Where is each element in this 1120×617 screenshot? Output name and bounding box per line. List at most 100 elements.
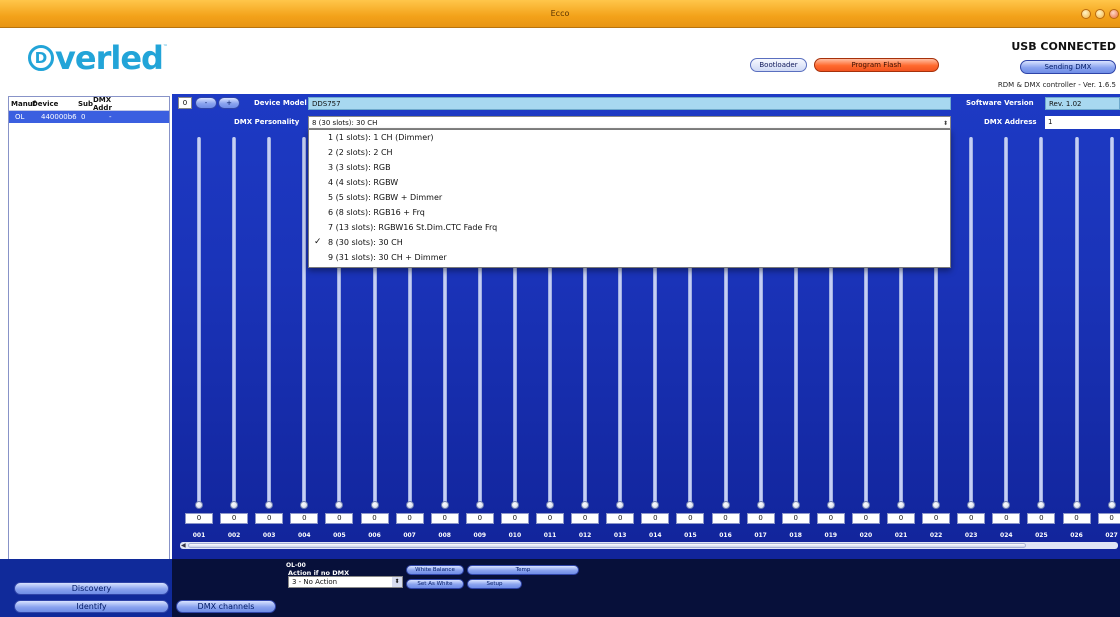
channel-value-field[interactable]: 0 — [325, 513, 354, 524]
channel-slider-knob[interactable] — [405, 501, 414, 509]
channel-label: 007 — [403, 532, 416, 539]
channel-slider-knob[interactable] — [510, 501, 519, 509]
channel-value-field[interactable]: 0 — [571, 513, 600, 524]
personality-option-label: 4 (4 slots): RGBW — [328, 178, 399, 187]
discovery-button[interactable]: Discovery — [14, 582, 169, 595]
minimize-button[interactable] — [1081, 9, 1091, 19]
channel-value-field[interactable]: 0 — [255, 513, 284, 524]
channel-slider-knob[interactable] — [195, 501, 203, 509]
maximize-button[interactable] — [1095, 9, 1105, 19]
software-version-field: Rev. 1.02 — [1045, 97, 1120, 110]
personality-option[interactable]: 5 (5 slots): RGBW + Dimmer — [309, 190, 950, 205]
channel-value-field[interactable]: 0 — [1027, 513, 1056, 524]
channel-slider-track[interactable] — [1004, 137, 1009, 505]
channel-slider-knob[interactable] — [370, 501, 379, 509]
personality-option[interactable]: 1 (1 slots): 1 CH (Dimmer) — [309, 130, 950, 145]
channel-value-field[interactable]: 0 — [746, 513, 775, 524]
channel-slider-track[interactable] — [197, 137, 201, 505]
channel-value-field[interactable]: 0 — [887, 513, 915, 524]
channel-value-field[interactable]: 0 — [957, 513, 986, 524]
channel-slider-knob[interactable] — [475, 501, 484, 509]
identify-button[interactable]: Identify — [14, 600, 169, 613]
channel-label: 027 — [1105, 532, 1118, 539]
channel-slider-track[interactable] — [1039, 137, 1044, 505]
channel-slider-track[interactable] — [1074, 137, 1079, 505]
channel-value-field[interactable]: 0 — [676, 513, 705, 524]
channel-slider-knob[interactable] — [1072, 501, 1081, 509]
personality-option[interactable]: 9 (31 slots): 30 CH + Dimmer — [309, 250, 950, 265]
dmx-personality-select[interactable]: 8 (30 slots): 30 CH ⬍ — [308, 116, 951, 129]
channel-value-field[interactable]: 0 — [430, 513, 459, 524]
temp-button[interactable]: Temp — [467, 565, 579, 575]
personality-option[interactable]: 4 (4 slots): RGBW — [309, 175, 950, 190]
personality-option[interactable]: 7 (13 slots): RGBW16 St.Dim.CTC Fade Frq — [309, 220, 950, 235]
personality-option[interactable]: 3 (3 slots): RGB — [309, 160, 950, 175]
minus-button[interactable]: - — [195, 97, 217, 109]
channel-slider-knob[interactable] — [721, 501, 730, 509]
channel-value-field[interactable]: 0 — [1097, 513, 1120, 524]
channel-slider-track[interactable] — [302, 137, 307, 505]
dmx-address-field[interactable]: 1 — [1045, 116, 1120, 129]
channel-label: 013 — [613, 532, 627, 539]
channel-value-field[interactable]: 0 — [536, 513, 564, 524]
channel-slider-track[interactable] — [232, 137, 237, 505]
white-balance-button[interactable]: White Balance — [406, 565, 464, 575]
channel-value-field[interactable]: 0 — [992, 513, 1021, 524]
personality-option[interactable]: 6 (8 slots): RGB16 + Frq — [309, 205, 950, 220]
channel-label: 003 — [262, 532, 276, 539]
action-if-no-dmx-select[interactable]: 3 - No Action ⬍ — [288, 576, 403, 588]
sending-dmx-button[interactable]: Sending DMX — [1020, 60, 1116, 74]
channel-value-field[interactable]: 0 — [851, 513, 880, 524]
channel-value-field[interactable]: 0 — [500, 513, 529, 524]
set-as-white-button[interactable]: Set As White — [406, 579, 464, 589]
channel-slider-knob[interactable] — [897, 501, 905, 509]
channel-value-field[interactable]: 0 — [220, 513, 249, 524]
col-sub: Sub — [78, 99, 94, 108]
bootloader-button[interactable]: Bootloader — [750, 58, 807, 72]
channel-value-field[interactable]: 0 — [465, 513, 494, 524]
scroll-left-icon[interactable]: ◀ — [181, 542, 186, 549]
channel-label: 009 — [473, 532, 487, 539]
channel-value-field[interactable]: 0 — [290, 513, 319, 524]
channel-label: 010 — [508, 532, 522, 539]
channel-value-field[interactable]: 0 — [185, 513, 213, 524]
channel-slider-track[interactable] — [267, 137, 272, 505]
channel-scrollbar[interactable]: ◀ — [180, 542, 1118, 549]
cell-manuf: OL — [15, 113, 25, 121]
channel-slider-knob[interactable] — [791, 501, 800, 509]
channel-slider-knob[interactable] — [756, 501, 765, 509]
close-button[interactable] — [1109, 9, 1119, 19]
setup-button[interactable]: Setup — [467, 579, 522, 589]
channel-slider-knob[interactable] — [861, 501, 870, 509]
scrollbar-thumb[interactable] — [188, 543, 1026, 548]
col-dmx-addr: DMX Addr — [93, 95, 112, 112]
channel-label: 014 — [649, 532, 662, 539]
channel-value-field[interactable]: 0 — [606, 513, 635, 524]
channel-value-field[interactable]: 0 — [1062, 513, 1091, 524]
channel-label: 022 — [929, 532, 943, 539]
device-list-panel: Manuf Device Sub DMX Addr OL 440000b6 0 … — [8, 96, 170, 576]
channel-value-field[interactable]: 0 — [641, 513, 670, 524]
personality-option[interactable]: ✓ 8 (30 slots): 30 CH — [309, 235, 950, 250]
channel-slider-track[interactable] — [969, 137, 974, 505]
channel-slider-knob[interactable] — [546, 501, 554, 509]
dmx-channels-button[interactable]: DMX channels — [176, 600, 276, 613]
personality-option-label: 7 (13 slots): RGBW16 St.Dim.CTC Fade Frq — [328, 223, 498, 232]
channel-value-field[interactable]: 0 — [781, 513, 810, 524]
personality-option-label: 9 (31 slots): 30 CH + Dimmer — [328, 253, 447, 262]
channel-value-field[interactable]: 0 — [395, 513, 424, 524]
channel-slider-knob[interactable] — [1107, 501, 1116, 509]
sub-index-field[interactable]: 0 — [178, 97, 192, 109]
personality-option[interactable]: 2 (2 slots): 2 CH — [309, 145, 950, 160]
channel-value-field[interactable]: 0 — [360, 513, 389, 524]
channel-label: 011 — [543, 532, 557, 539]
plus-button[interactable]: + — [218, 97, 240, 109]
channel-value-field[interactable]: 0 — [711, 513, 740, 524]
channel-value-field[interactable]: 0 — [816, 513, 845, 524]
channel-value-field[interactable]: 0 — [922, 513, 951, 524]
channel-slider-knob[interactable] — [826, 501, 835, 509]
channel-slider-knob[interactable] — [440, 501, 449, 509]
device-row[interactable]: OL 440000b6 0 - — [9, 111, 169, 123]
program-flash-button[interactable]: Program Flash — [814, 58, 939, 72]
channel-slider-track[interactable] — [1109, 137, 1114, 505]
